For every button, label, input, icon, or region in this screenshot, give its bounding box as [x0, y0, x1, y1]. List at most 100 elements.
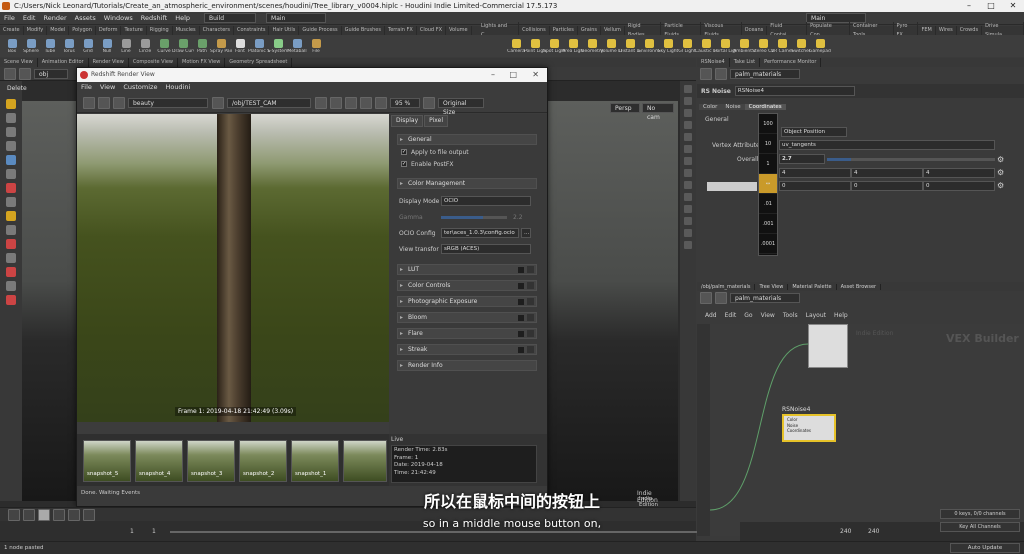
display-option-icon[interactable]	[684, 121, 692, 129]
shelf-tool[interactable]: Platonic Solids	[248, 38, 270, 54]
display-option-icon[interactable]	[684, 97, 692, 105]
display-option-icon[interactable]	[684, 169, 692, 177]
back-icon[interactable]	[700, 68, 712, 80]
shelf-tab[interactable]: Crowds	[957, 26, 983, 35]
tab-coordinates[interactable]: Coordinates	[744, 103, 786, 110]
shelf-tool[interactable]: Grid	[80, 38, 96, 54]
shelf-tab[interactable]: Modify	[24, 26, 48, 35]
ocio-browse-button[interactable]: ...	[521, 228, 531, 238]
shelf-tool[interactable]: Box	[4, 38, 20, 54]
shelf-tool[interactable]: Sphere	[23, 38, 39, 54]
persp-menu[interactable]: Persp	[610, 103, 640, 113]
shelf-tool[interactable]: Geometry Light	[581, 38, 603, 54]
section-bloom[interactable]: Bloom	[397, 312, 537, 323]
shelf-tab[interactable]: Rigging	[147, 26, 173, 35]
scale-y-field[interactable]: 4	[851, 168, 923, 178]
crosshair-icon[interactable]	[330, 96, 342, 109]
shelf-tool[interactable]: Caustic Light	[695, 38, 717, 54]
shelf-tool[interactable]: GI Light	[678, 38, 696, 54]
shelf-tab[interactable]: Vellum	[601, 26, 625, 35]
rv-menu-houdini[interactable]: Houdini	[161, 82, 194, 93]
ladder-step[interactable]: 100	[759, 114, 777, 134]
overall-field[interactable]: 2.7	[779, 154, 825, 164]
lut-menu-icon[interactable]	[527, 266, 534, 273]
shelf-tool[interactable]: Font	[232, 38, 248, 54]
refresh-icon[interactable]	[113, 96, 125, 109]
net-menu-go[interactable]: Go	[744, 312, 752, 319]
net-menu-edit[interactable]: Edit	[725, 312, 737, 319]
exposure-menu-icon[interactable]	[527, 298, 534, 305]
tab-color[interactable]: Color	[699, 103, 722, 110]
source-select[interactable]: Object Position	[781, 127, 847, 137]
menu-edit[interactable]: Edit	[19, 12, 40, 25]
offset-y-field[interactable]: 0	[851, 181, 923, 191]
pan-icon[interactable]	[345, 96, 357, 109]
camera-icon[interactable]	[6, 211, 16, 221]
section-streak[interactable]: Streak	[397, 344, 537, 355]
exposure-toggle[interactable]	[518, 299, 524, 305]
display-option-icon[interactable]	[684, 85, 692, 93]
maximize-button[interactable]: □	[980, 0, 1002, 12]
rv-close-button[interactable]: ✕	[532, 68, 539, 82]
handle-icon[interactable]	[6, 155, 16, 165]
render-stop-icon[interactable]	[98, 96, 110, 109]
shelf-tool[interactable]: L-System	[268, 38, 288, 54]
shelf-tool[interactable]: Environment Light	[638, 38, 660, 54]
shelf-tool[interactable]: Path	[194, 38, 210, 54]
snapshot-thumb[interactable]	[343, 440, 387, 482]
back-icon[interactable]	[700, 292, 712, 304]
shelf-tab[interactable]: Constraints	[234, 26, 270, 35]
tab-take-list[interactable]: Take List	[730, 58, 761, 67]
view-transform-select[interactable]: sRGB (ACES)	[441, 244, 531, 254]
select-icon[interactable]	[6, 99, 16, 109]
close-button[interactable]: ✕	[1002, 0, 1024, 12]
tab-pixel[interactable]: Pixel	[424, 115, 449, 127]
ladder-center-icon[interactable]: ↔	[759, 174, 777, 194]
fit-icon[interactable]	[423, 96, 435, 109]
render-start-icon[interactable]	[83, 96, 95, 109]
apply-file-checkbox[interactable]: ✓	[401, 149, 407, 155]
section-flare[interactable]: Flare	[397, 328, 537, 339]
camera-select[interactable]: /obj/TEST_CAM	[227, 97, 311, 108]
menu-help[interactable]: Help	[171, 12, 194, 25]
shelf-tool[interactable]: Spot Light	[543, 38, 565, 54]
aov-select[interactable]: beauty	[128, 97, 208, 108]
display-option-icon[interactable]	[684, 133, 692, 141]
shelf-tool[interactable]: Area Light	[562, 38, 584, 54]
ladder-step[interactable]: 1	[759, 154, 777, 174]
tab-asset-browser[interactable]: Asset Browser	[837, 283, 882, 290]
shelf-tab[interactable]: Cloud FX	[417, 26, 447, 35]
pane-tab[interactable]: Composite View	[129, 58, 178, 67]
shelf-tool[interactable]: Spray Paint	[210, 38, 232, 54]
section-general[interactable]: General	[397, 134, 537, 145]
menu-render[interactable]: Render	[39, 12, 70, 25]
desktop-build-select[interactable]: Build	[204, 13, 257, 23]
ladder-step[interactable]: .001	[759, 214, 777, 234]
move-icon[interactable]	[6, 113, 16, 123]
forward-icon[interactable]	[715, 68, 727, 80]
scale-x-field[interactable]: 4	[779, 168, 851, 178]
snapshot-thumb[interactable]: snapshot_5	[83, 440, 131, 482]
gear-icon[interactable]: ⚙	[997, 155, 1004, 164]
display-option-icon[interactable]	[684, 241, 692, 249]
scale-z-field[interactable]: 4	[923, 168, 995, 178]
section-lut[interactable]: LUT	[397, 264, 537, 275]
snapshot-thumb[interactable]: snapshot_3	[187, 440, 235, 482]
shelf-tab[interactable]: Particles	[550, 26, 578, 35]
gear-icon[interactable]: ⚙	[997, 168, 1004, 177]
param-path[interactable]: palm_materials	[730, 69, 800, 79]
rotate-icon[interactable]	[6, 127, 16, 137]
shelf-tool[interactable]: Distant Light	[619, 38, 641, 54]
shelf-tool[interactable]: Ambient Light	[733, 38, 755, 54]
ladder-step[interactable]: .01	[759, 194, 777, 214]
gamma-slider[interactable]	[441, 216, 507, 219]
shelf-tool[interactable]: Line	[118, 38, 134, 54]
shelf-tab[interactable]: Grains	[578, 26, 601, 35]
flare-toggle[interactable]	[518, 331, 524, 337]
shelf-tab[interactable]: Volume	[446, 26, 472, 35]
bloom-menu-icon[interactable]	[527, 314, 534, 321]
shelf-tool[interactable]: Stereo Camera	[752, 38, 774, 54]
size-mode-button[interactable]: Original Size	[438, 97, 484, 116]
display-option-icon[interactable]	[684, 145, 692, 153]
shelf-tool[interactable]: File	[308, 38, 324, 54]
